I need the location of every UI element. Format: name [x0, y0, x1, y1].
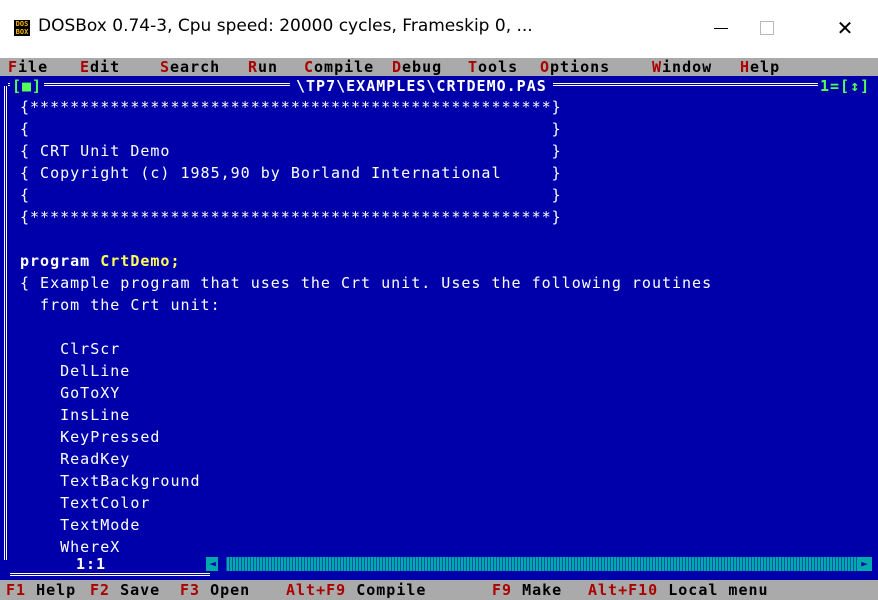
code-line: KeyPressed	[20, 428, 161, 446]
code-line: GoToXY	[20, 384, 121, 402]
status-local-menu[interactable]: Alt+F10 Local menu	[588, 580, 769, 600]
ide-status-bar: F1 Help F2 Save F3 Open Alt+F9 Compile F…	[0, 580, 878, 600]
menu-debug[interactable]: Debug	[392, 58, 442, 76]
menu-search[interactable]: Search	[160, 58, 220, 76]
close-box-icon: [■]	[12, 77, 43, 95]
menu-run[interactable]: Run	[248, 58, 278, 76]
minimize-button[interactable]	[698, 10, 744, 46]
code-line: DelLine	[20, 362, 131, 380]
minimize-icon	[714, 27, 728, 29]
window-title: DOSBox 0.74-3, Cpu speed: 20000 cycles, …	[38, 16, 533, 36]
cursor-position: 1:1	[70, 555, 113, 573]
editor-file-path: \TP7\EXAMPLES\CRTDEMO.PAS	[290, 78, 553, 94]
close-window-button[interactable]: ✕	[822, 10, 868, 46]
editor-frame-bottom: 1:1 ◄ ►	[0, 555, 878, 576]
code-line: ReadKey	[20, 450, 131, 468]
maximize-button[interactable]	[744, 10, 790, 46]
menu-window[interactable]: Window	[652, 58, 712, 76]
dos-screen[interactable]: File Edit Search Run Compile Debug Tools…	[0, 58, 878, 600]
menu-file[interactable]: File	[8, 58, 48, 76]
code-line: TextBackground	[20, 472, 201, 490]
menu-options[interactable]: Options	[540, 58, 610, 76]
horizontal-scrollbar[interactable]	[206, 557, 872, 571]
code-line: { }	[20, 186, 562, 204]
menu-help[interactable]: Help	[740, 58, 780, 76]
status-save[interactable]: F2 Save	[90, 580, 160, 600]
editor-window-number[interactable]: 1=[↕]	[818, 77, 873, 95]
code-line: InsLine	[20, 406, 131, 424]
scroll-right-arrow-icon[interactable]: ►	[858, 557, 872, 571]
close-icon: ✕	[836, 16, 854, 40]
code-line: {***************************************…	[20, 98, 562, 116]
code-line: {***************************************…	[20, 208, 562, 226]
editor-frame-left	[4, 86, 12, 560]
scrollbar-thumb[interactable]	[218, 557, 226, 571]
code-line: ClrScr	[20, 340, 121, 358]
status-compile[interactable]: Alt+F9 Compile	[286, 580, 426, 600]
zoom-icon: 1=[↕]	[820, 77, 871, 95]
menu-edit[interactable]: Edit	[80, 58, 120, 76]
status-open[interactable]: F3 Open	[180, 580, 250, 600]
menu-compile[interactable]: Compile	[304, 58, 374, 76]
menu-tools[interactable]: Tools	[468, 58, 518, 76]
code-line: { }	[20, 120, 562, 138]
code-line-program: program CrtDemo;	[20, 252, 181, 270]
code-line: from the Crt unit:	[20, 296, 221, 314]
editor-close-box[interactable]: [■]	[10, 77, 45, 95]
code-line: TextColor	[20, 494, 151, 512]
ide-menu-bar: File Edit Search Run Compile Debug Tools…	[0, 58, 878, 76]
code-line: TextMode	[20, 516, 141, 534]
code-line: { CRT Unit Demo }	[20, 142, 562, 160]
dosbox-app-icon[interactable]: DOS BOX	[14, 20, 30, 36]
maximize-icon	[760, 21, 774, 35]
code-line: { Copyright (c) 1985,90 by Borland Inter…	[20, 164, 562, 182]
window-title-bar[interactable]: DOS BOX DOSBox 0.74-3, Cpu speed: 20000 …	[0, 0, 878, 58]
status-make[interactable]: F9 Make	[492, 580, 562, 600]
code-line: { Example program that uses the Crt unit…	[20, 274, 713, 292]
status-help[interactable]: F1 Help	[6, 580, 76, 600]
